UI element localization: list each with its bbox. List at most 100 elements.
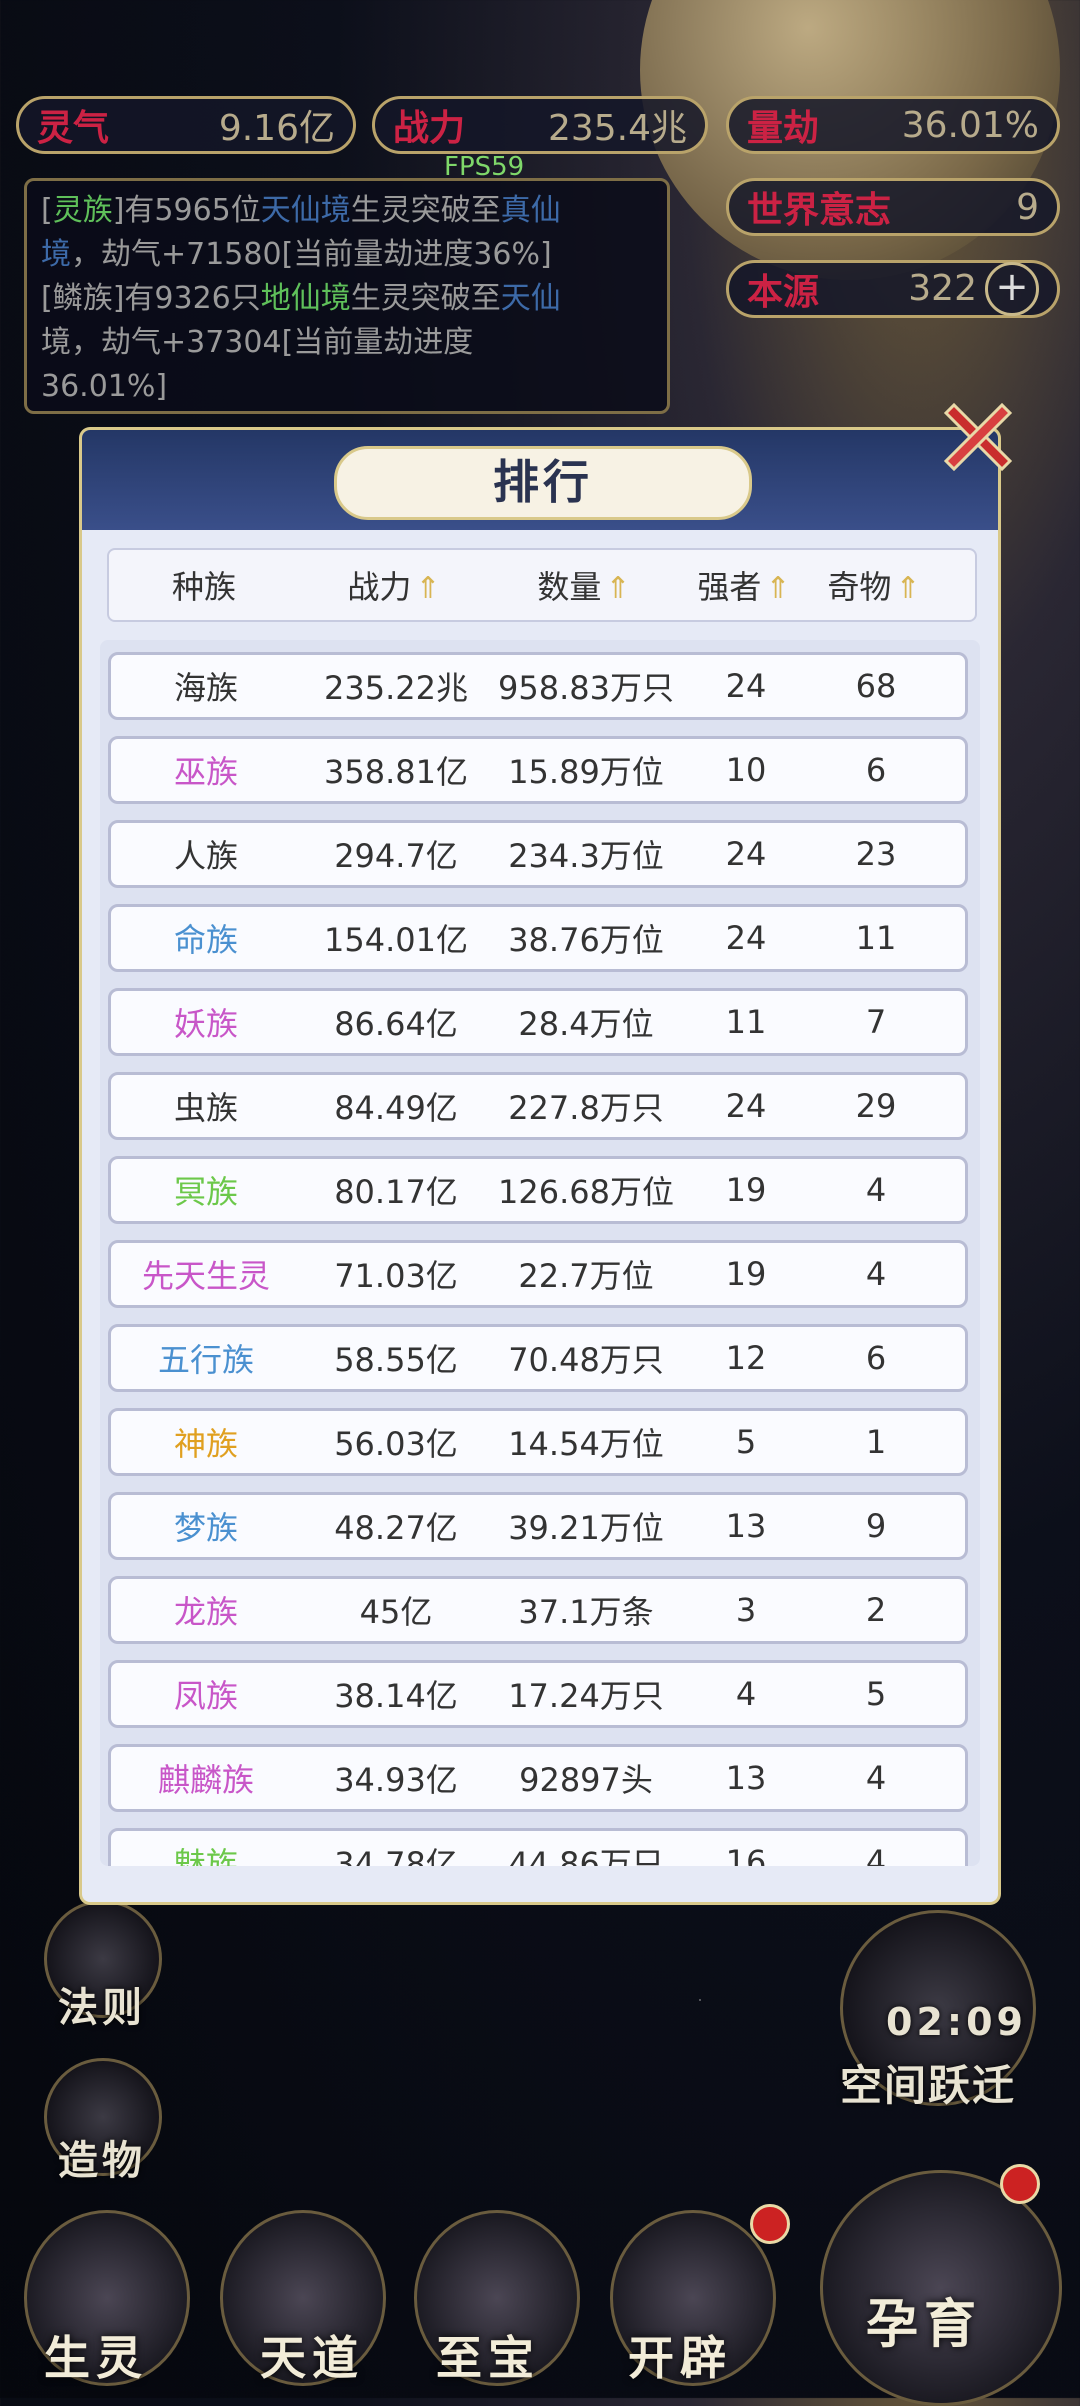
race-cell: 凤族 bbox=[173, 1677, 238, 1715]
sort-strong-button[interactable]: 强者 ⇑ bbox=[679, 562, 809, 608]
zhibao-label: 至宝 bbox=[436, 2331, 540, 2385]
shengling-label: 生灵 bbox=[44, 2331, 148, 2385]
count-cell: 14.54万位 bbox=[508, 1425, 664, 1463]
stat-lingqi[interactable]: 灵气 9.16亿 bbox=[16, 96, 356, 154]
power-cell: 38.14亿 bbox=[334, 1677, 458, 1715]
table-row[interactable]: 妖族 86.64亿 28.4万位 11 7 bbox=[108, 988, 968, 1056]
treasure-cell: 1 bbox=[865, 1423, 887, 1461]
stat-lingqi-label: 灵气 bbox=[37, 108, 110, 149]
strong-cell: 10 bbox=[725, 751, 767, 789]
strong-cell: 11 bbox=[725, 1003, 767, 1041]
strong-cell: 19 bbox=[725, 1255, 767, 1293]
ranking-title: 排行 bbox=[334, 446, 752, 520]
stat-liangjie-value: 36.01% bbox=[901, 104, 1039, 146]
power-cell: 48.27亿 bbox=[334, 1509, 458, 1547]
count-cell: 227.8万只 bbox=[508, 1089, 664, 1127]
count-cell: 39.21万位 bbox=[508, 1509, 664, 1547]
sort-treasure-button[interactable]: 奇物 ⇑ bbox=[809, 562, 939, 608]
race-cell: 妖族 bbox=[173, 1005, 238, 1043]
space-jump-timer: 02:09 bbox=[886, 2000, 1027, 2044]
count-cell: 958.83万只 bbox=[498, 669, 674, 707]
log-line: 境，劫气+71580[当前量劫进度36%] bbox=[41, 237, 552, 272]
strong-cell: 19 bbox=[725, 1171, 767, 1209]
sort-arrow-icon: ⇑ bbox=[605, 571, 631, 606]
stat-benyuan[interactable]: 本源 322 + bbox=[726, 260, 1060, 318]
power-cell: 34.93亿 bbox=[334, 1761, 458, 1799]
kaipi-notification-badge bbox=[750, 2204, 790, 2244]
table-row[interactable]: 海族 235.22兆 958.83万只 24 68 bbox=[108, 652, 968, 720]
yunyu-notification-badge bbox=[1000, 2164, 1040, 2204]
treasure-cell: 68 bbox=[855, 667, 897, 705]
table-row[interactable]: 巫族 358.81亿 15.89万位 10 6 bbox=[108, 736, 968, 804]
strong-cell: 24 bbox=[725, 835, 767, 873]
treasure-cell: 4 bbox=[865, 1843, 887, 1866]
stat-benyuan-label: 本源 bbox=[747, 272, 820, 313]
stat-zhanli[interactable]: 战力 235.4兆 bbox=[372, 96, 708, 154]
sort-arrow-icon: ⇑ bbox=[895, 571, 921, 606]
sort-arrow-icon: ⇑ bbox=[415, 571, 441, 606]
count-cell: 17.24万只 bbox=[508, 1677, 664, 1715]
strong-cell: 24 bbox=[725, 919, 767, 957]
log-realm: 天仙境 bbox=[260, 193, 351, 228]
table-row[interactable]: 魅族 34.78亿 44.86万只 16 4 bbox=[108, 1828, 968, 1866]
power-cell: 154.01亿 bbox=[324, 921, 468, 959]
count-cell: 37.1万条 bbox=[518, 1593, 654, 1631]
table-row[interactable]: 先天生灵 71.03亿 22.7万位 19 4 bbox=[108, 1240, 968, 1308]
treasure-cell: 2 bbox=[865, 1591, 887, 1629]
ranking-dialog: 排行 种族 战力 ⇑ 数量 ⇑ 强者 ⇑ 奇物 ⇑ 海族 235.22兆 958.83万只 2… bbox=[82, 430, 998, 1902]
sort-count-button[interactable]: 数量 ⇑ bbox=[489, 562, 679, 608]
power-cell: 45亿 bbox=[359, 1593, 433, 1631]
power-cell: 58.55亿 bbox=[334, 1341, 458, 1379]
table-row[interactable]: 命族 154.01亿 38.76万位 24 11 bbox=[108, 904, 968, 972]
count-cell: 38.76万位 bbox=[508, 921, 664, 959]
race-cell: 梦族 bbox=[173, 1509, 238, 1547]
power-cell: 84.49亿 bbox=[334, 1089, 458, 1127]
table-row[interactable]: 龙族 45亿 37.1万条 3 2 bbox=[108, 1576, 968, 1644]
stat-liangjie-label: 量劫 bbox=[747, 108, 820, 149]
table-row[interactable]: 麒麟族 34.93亿 92897头 13 4 bbox=[108, 1744, 968, 1812]
stat-benyuan-value: 322 bbox=[908, 268, 977, 309]
count-cell: 28.4万位 bbox=[518, 1005, 654, 1043]
count-cell: 126.68万位 bbox=[498, 1173, 674, 1211]
strong-cell: 16 bbox=[725, 1843, 767, 1866]
table-row[interactable]: 虫族 84.49亿 227.8万只 24 29 bbox=[108, 1072, 968, 1140]
log-line: 境，劫气+37304[当前量劫进度 bbox=[41, 325, 474, 360]
race-cell: 海族 bbox=[173, 669, 238, 707]
stat-liangjie[interactable]: 量劫 36.01% bbox=[726, 96, 1060, 154]
power-cell: 235.22兆 bbox=[324, 669, 468, 707]
treasure-cell: 9 bbox=[865, 1507, 887, 1545]
power-cell: 80.17亿 bbox=[334, 1173, 458, 1211]
race-cell: 魅族 bbox=[173, 1845, 238, 1866]
treasure-cell: 4 bbox=[865, 1171, 887, 1209]
treasure-cell: 29 bbox=[855, 1087, 897, 1125]
strong-cell: 3 bbox=[735, 1591, 757, 1629]
treasure-cell: 5 bbox=[865, 1675, 887, 1713]
table-row[interactable]: 梦族 48.27亿 39.21万位 13 9 bbox=[108, 1492, 968, 1560]
treasure-cell: 7 bbox=[865, 1003, 887, 1041]
race-cell: 五行族 bbox=[157, 1341, 254, 1379]
ranking-table-header: 种族 战力 ⇑ 数量 ⇑ 强者 ⇑ 奇物 ⇑ bbox=[107, 548, 977, 622]
log-line: 36.01%] bbox=[41, 369, 168, 404]
ranking-list[interactable]: 海族 235.22兆 958.83万只 24 68 巫族 358.81亿 15.89万位 10 6… bbox=[100, 640, 980, 1866]
stat-shijie[interactable]: 世界意志 9 bbox=[726, 178, 1060, 236]
race-cell: 先天生灵 bbox=[141, 1257, 270, 1295]
sort-power-button[interactable]: 战力 ⇑ bbox=[299, 562, 489, 608]
power-cell: 71.03亿 bbox=[334, 1257, 458, 1295]
table-row[interactable]: 凤族 38.14亿 17.24万只 4 5 bbox=[108, 1660, 968, 1728]
race-cell: 巫族 bbox=[173, 753, 238, 791]
power-cell: 294.7亿 bbox=[334, 837, 458, 875]
table-row[interactable]: 冥族 80.17亿 126.68万位 19 4 bbox=[108, 1156, 968, 1224]
strong-cell: 5 bbox=[735, 1423, 757, 1461]
strong-cell: 24 bbox=[725, 1087, 767, 1125]
count-cell: 70.48万只 bbox=[508, 1341, 664, 1379]
close-icon[interactable] bbox=[936, 395, 1020, 479]
ranking-header: 排行 bbox=[82, 430, 998, 530]
race-cell: 命族 bbox=[173, 921, 238, 959]
add-benyuan-icon[interactable]: + bbox=[985, 262, 1039, 316]
count-cell: 15.89万位 bbox=[508, 753, 664, 791]
count-cell: 234.3万位 bbox=[508, 837, 664, 875]
table-row[interactable]: 人族 294.7亿 234.3万位 24 23 bbox=[108, 820, 968, 888]
yunyu-label: 孕育 bbox=[866, 2295, 983, 2355]
table-row[interactable]: 神族 56.03亿 14.54万位 5 1 bbox=[108, 1408, 968, 1476]
table-row[interactable]: 五行族 58.55亿 70.48万只 12 6 bbox=[108, 1324, 968, 1392]
